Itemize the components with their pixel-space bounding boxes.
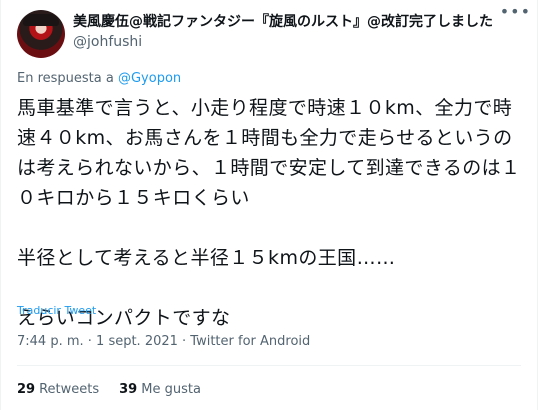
tweet-card: 美風慶伍@戦記ファンタジー『旋風のルスト』@改訂完了しました @johfushi… — [0, 0, 538, 410]
retweets-stat[interactable]: 29 Retweets — [17, 382, 99, 397]
more-icon[interactable]: ••• — [500, 2, 531, 21]
author-display-name[interactable]: 美風慶伍@戦記ファンタジー『旋風のルスト』@改訂完了しました — [73, 13, 493, 31]
avatar[interactable] — [17, 10, 65, 58]
retweets-count: 29 — [17, 382, 36, 397]
translate-tweet-link[interactable]: Traducir Tweet — [17, 304, 96, 317]
reply-prefix: En respuesta a — [17, 71, 118, 86]
likes-stat[interactable]: 39 Me gusta — [119, 382, 201, 397]
tweet-header: 美風慶伍@戦記ファンタジー『旋風のルスト』@改訂完了しました @johfushi — [17, 10, 521, 58]
tweet-text: 馬車基準で言うと、小走り程度で時速１０km、全力で時速４０km、お馬さんを１時間… — [17, 97, 521, 329]
tweet-timestamp[interactable]: 7:44 p. m. · 1 sept. 2021 · Twitter for … — [17, 334, 310, 349]
likes-label: Me gusta — [141, 382, 201, 397]
likes-count: 39 — [119, 382, 138, 397]
tweet-stats: 29 Retweets 39 Me gusta — [17, 382, 201, 397]
divider — [17, 365, 521, 366]
author-names: 美風慶伍@戦記ファンタジー『旋風のルスト』@改訂完了しました @johfushi — [73, 13, 493, 51]
retweets-label: Retweets — [39, 382, 100, 397]
reply-mention-link[interactable]: @Gyopon — [118, 71, 181, 86]
reply-context: En respuesta a @Gyopon — [17, 71, 181, 86]
author-handle[interactable]: @johfushi — [73, 33, 493, 51]
